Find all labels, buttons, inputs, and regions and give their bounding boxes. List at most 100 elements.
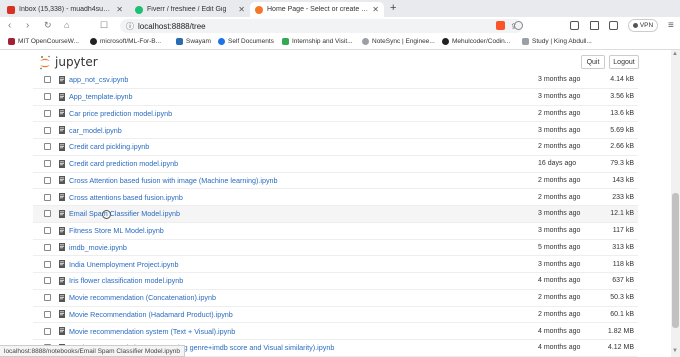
scrollbar-thumb[interactable] [672, 193, 679, 328]
notebook-icon [59, 310, 65, 319]
tab-jupyter-home[interactable]: Home Page - Select or create a n... ✕ [250, 2, 384, 17]
file-name-link[interactable]: app_not_csv.ipynb [69, 75, 128, 84]
browser-menu-icon[interactable]: ≡ [668, 20, 674, 31]
file-row[interactable]: Credit card pickling.ipynb 2 months ago 2.… [33, 139, 638, 156]
file-size: 60.1 kB [610, 310, 634, 318]
file-select-checkbox[interactable] [44, 210, 51, 218]
file-row[interactable]: Movie recommendation (Concatenation).ipy… [33, 289, 638, 307]
file-name-link[interactable]: Cross attentions based fusion.ipynb [69, 193, 183, 202]
jupyter-header: jupyter Quit Logout [0, 50, 680, 74]
wallet-icon[interactable] [609, 21, 618, 30]
file-select-checkbox[interactable] [44, 294, 51, 302]
file-name-link[interactable]: India Unemployment Project.ipynb [69, 260, 178, 269]
bookmark-mit[interactable]: MIT OpenCourseW... [8, 38, 79, 45]
file-row[interactable]: Cross attentions based fusion.ipynb 2 mon… [33, 189, 638, 206]
tab-gmail[interactable]: Inbox (15,338) - muadh4success@gm... ✕ [2, 2, 128, 17]
file-name-link[interactable]: Iris flower classification model.ipynb [69, 276, 183, 285]
home-button[interactable]: ⌂ [64, 20, 69, 30]
tab-fiverr-title: Fiverr / freshiee / Edit Gig [147, 6, 227, 13]
file-row[interactable]: app_not_csv.ipynb 3 months ago 4.14 kB [33, 72, 638, 89]
file-select-checkbox[interactable] [44, 243, 51, 251]
file-select-checkbox[interactable] [44, 143, 51, 151]
bookmark-swayam[interactable]: Swayam [176, 38, 211, 45]
status-url: localhost:8888/notebooks/Email Spam Clas… [4, 347, 180, 355]
back-button[interactable]: ‹ [8, 20, 11, 31]
sidebar-icon[interactable] [590, 21, 599, 30]
file-select-checkbox[interactable] [44, 176, 51, 184]
file-name-link[interactable]: imdb_movie.ipynb [69, 243, 127, 252]
file-select-checkbox[interactable] [44, 93, 51, 101]
bookmark-mehulcoder[interactable]: Mehulcoder/Codin... [442, 38, 510, 45]
file-row[interactable]: Car price prediction model.ipynb 2 months… [33, 106, 638, 123]
tab-fiverr[interactable]: Fiverr / freshiee / Edit Gig ✕ [130, 2, 250, 17]
new-tab-button[interactable]: + [390, 2, 396, 14]
file-name-link[interactable]: Movie Recommendation (Hadamard Product).… [69, 310, 233, 319]
file-size: 1.82 MB [607, 327, 634, 335]
file-select-checkbox[interactable] [44, 160, 51, 168]
file-name-link[interactable]: Movie recommendation system (Text + Visu… [69, 327, 235, 336]
bookmark-page-icon[interactable]: ☐ [100, 20, 108, 31]
file-name-link[interactable]: Credit card pickling.ipynb [69, 142, 149, 151]
jupyter-title[interactable]: jupyter [55, 55, 98, 69]
file-row[interactable]: imdb_movie.ipynb 5 months ago 313 kB [33, 240, 638, 257]
file-select-checkbox[interactable] [44, 327, 51, 335]
file-select-checkbox[interactable] [44, 126, 51, 134]
file-name-link[interactable]: Credit card prediction model.ipynb [69, 159, 178, 168]
file-row[interactable]: Fitness Store ML Model.ipynb 3 months ago… [33, 222, 638, 240]
logout-button[interactable]: Logout [609, 55, 639, 69]
file-row[interactable]: App_template.ipynb 3 months ago 3.56 kB [33, 88, 638, 106]
extensions-icon[interactable] [570, 21, 579, 30]
file-select-checkbox[interactable] [44, 260, 51, 268]
notebook-icon [59, 126, 65, 135]
bookmark-label: Internship and Visit... [292, 38, 353, 45]
bookmark-ml-for-beginners[interactable]: microsoft/ML-For-B... [90, 38, 161, 45]
file-row[interactable]: Email Spam Classifier Model.ipynb 3 month… [33, 206, 638, 223]
file-row[interactable]: Movie Recommendation (Hadamard Product).… [33, 307, 638, 324]
vpn-button[interactable]: VPN [628, 19, 658, 32]
jupyter-logo-icon [40, 55, 50, 70]
file-size: 233 kB [612, 193, 634, 201]
scroll-up-arrow-icon[interactable]: ▲ [672, 51, 678, 57]
quit-label: Quit [586, 58, 600, 66]
file-name-link[interactable]: App_template.ipynb [69, 92, 133, 101]
file-name-link[interactable]: Car price prediction model.ipynb [69, 109, 172, 118]
file-name-link[interactable]: Movie recommendation (Concatenation).ipy… [69, 293, 216, 302]
notebook-icon [59, 276, 65, 285]
file-size: 118 kB [612, 260, 634, 268]
file-row[interactable]: Cross Attention based fusion with image … [33, 173, 638, 190]
file-select-checkbox[interactable] [44, 193, 51, 201]
file-row[interactable]: car_model.ipynb 3 months ago 5.69 kB [33, 122, 638, 139]
brave-shields-icon[interactable] [496, 21, 505, 30]
file-row[interactable]: Movie recommendation system (Text + Visu… [33, 323, 638, 340]
reload-button[interactable]: ↻ [44, 20, 52, 31]
file-size: 5.69 kB [610, 126, 634, 134]
file-select-checkbox[interactable] [44, 227, 51, 235]
file-select-checkbox[interactable] [44, 76, 51, 84]
file-size: 143 kB [612, 176, 634, 184]
close-icon[interactable]: ✕ [116, 5, 123, 14]
bookmark-notesync[interactable]: NoteSync | Enginee... [362, 38, 435, 45]
bookmark-study[interactable]: Study | King Abdull... [522, 38, 592, 45]
file-row[interactable]: India Unemployment Project.ipynb 3 months… [33, 256, 638, 273]
forward-button[interactable]: › [26, 20, 29, 31]
quit-button[interactable]: Quit [581, 55, 605, 69]
close-icon[interactable]: ✕ [238, 5, 245, 14]
page-info-icon[interactable]: ⓘ [126, 21, 134, 32]
file-row[interactable]: Credit card prediction model.ipynb 16 day… [33, 155, 638, 173]
close-icon[interactable]: ✕ [372, 5, 379, 14]
file-select-checkbox[interactable] [44, 310, 51, 318]
file-name-link[interactable]: car_model.ipynb [69, 126, 122, 135]
file-name-link[interactable]: Cross Attention based fusion with image … [69, 176, 278, 185]
bookmark-internship[interactable]: Internship and Visit... [282, 38, 353, 45]
file-select-checkbox[interactable] [44, 277, 51, 285]
file-name-link[interactable]: Fitness Store ML Model.ipynb [69, 226, 164, 235]
scroll-down-arrow-icon[interactable]: ▼ [672, 348, 678, 354]
file-row[interactable]: Iris flower classification model.ipynb 4 … [33, 273, 638, 290]
notebook-icon [59, 159, 65, 168]
page-scrollbar[interactable]: ▲ ▼ [671, 50, 680, 357]
bookmark-self-documents[interactable]: Self Documents [218, 38, 274, 45]
file-select-checkbox[interactable] [44, 109, 51, 117]
file-name-link[interactable]: Email Spam Classifier Model.ipynb [69, 209, 180, 218]
brave-rewards-icon[interactable] [514, 21, 523, 30]
address-bar[interactable]: ⓘ localhost:8888/tree ⇪ [120, 19, 523, 33]
